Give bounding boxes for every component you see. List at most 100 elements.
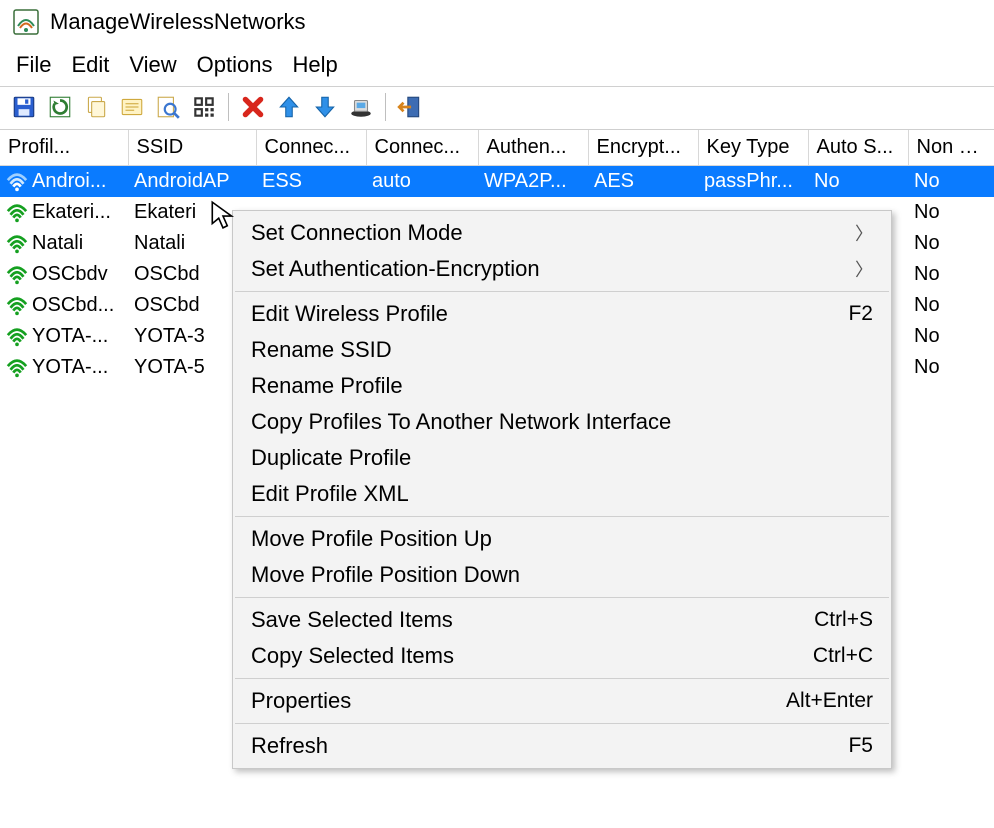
cm-label: Duplicate Profile	[251, 445, 411, 471]
cm-save-selected[interactable]: Save Selected Items Ctrl+S	[233, 602, 891, 638]
cm-label: Edit Profile XML	[251, 481, 409, 507]
cell-profile: OSCbd...	[0, 290, 128, 321]
cell-nonb: No	[908, 290, 994, 321]
cm-shortcut: Ctrl+C	[813, 644, 873, 668]
cm-copy-selected[interactable]: Copy Selected Items Ctrl+C	[233, 638, 891, 674]
wifi-icon	[6, 327, 28, 347]
interface-icon[interactable]	[345, 91, 377, 123]
cm-label: Rename SSID	[251, 337, 392, 363]
menu-bar: File Edit View Options Help	[0, 44, 994, 86]
col-profile[interactable]: Profil...	[0, 130, 128, 166]
cm-label: Move Profile Position Down	[251, 562, 520, 588]
copy-icon[interactable]	[80, 91, 112, 123]
app-icon	[12, 8, 40, 36]
cm-copy-profiles-interface[interactable]: Copy Profiles To Another Network Interfa…	[233, 404, 891, 440]
cm-separator	[235, 516, 889, 517]
cell-profile: OSCbdv	[0, 259, 128, 290]
save-icon[interactable]	[8, 91, 40, 123]
toolbar-separator	[385, 93, 386, 121]
move-up-icon[interactable]	[273, 91, 305, 123]
cell-text: OSCbdv	[32, 263, 108, 286]
table-row[interactable]: Androi... AndroidAP ESS auto WPA2P... AE…	[0, 166, 994, 198]
cm-separator	[235, 678, 889, 679]
cm-label: Edit Wireless Profile	[251, 301, 448, 327]
cell-nonb: No	[908, 166, 994, 198]
cell-text: Ekateri...	[32, 201, 111, 224]
col-keytype[interactable]: Key Type	[698, 130, 808, 166]
menu-file[interactable]: File	[8, 50, 59, 80]
cell-nonb: No	[908, 259, 994, 290]
cell-auth: WPA2P...	[478, 166, 588, 198]
cm-label: Properties	[251, 688, 351, 714]
cell-ssid: AndroidAP	[128, 166, 256, 198]
wifi-icon	[6, 265, 28, 285]
menu-options[interactable]: Options	[189, 50, 281, 80]
refresh-icon[interactable]	[44, 91, 76, 123]
cm-set-connection-mode[interactable]: Set Connection Mode 〉	[233, 215, 891, 251]
wifi-icon	[6, 234, 28, 254]
cm-move-up[interactable]: Move Profile Position Up	[233, 521, 891, 557]
qr-icon[interactable]	[188, 91, 220, 123]
cell-profile: Ekateri...	[0, 197, 128, 228]
cm-edit-profile-xml[interactable]: Edit Profile XML	[233, 476, 891, 512]
cm-shortcut: Alt+Enter	[786, 689, 873, 713]
wifi-icon	[6, 203, 28, 223]
col-encrypt[interactable]: Encrypt...	[588, 130, 698, 166]
cell-profile: Androi...	[0, 166, 128, 198]
cell-nonb: No	[908, 228, 994, 259]
col-authen[interactable]: Authen...	[478, 130, 588, 166]
chevron-right-icon: 〉	[855, 256, 873, 282]
cm-shortcut: F2	[848, 302, 873, 326]
col-connect2[interactable]: Connec...	[366, 130, 478, 166]
cell-text: YOTA-...	[32, 356, 108, 379]
cm-separator	[235, 723, 889, 724]
cell-connect2: auto	[366, 166, 478, 198]
cm-rename-profile[interactable]: Rename Profile	[233, 368, 891, 404]
cm-shortcut: Ctrl+S	[814, 608, 873, 632]
cm-label: Rename Profile	[251, 373, 403, 399]
cm-shortcut: F5	[848, 734, 873, 758]
cell-connect1: ESS	[256, 166, 366, 198]
cm-label: Refresh	[251, 733, 328, 759]
wifi-icon	[6, 358, 28, 378]
col-connect1[interactable]: Connec...	[256, 130, 366, 166]
cell-nonb: No	[908, 321, 994, 352]
col-nonb[interactable]: Non B...	[908, 130, 994, 166]
cm-rename-ssid[interactable]: Rename SSID	[233, 332, 891, 368]
menu-edit[interactable]: Edit	[63, 50, 117, 80]
properties-icon[interactable]	[116, 91, 148, 123]
col-ssid[interactable]: SSID	[128, 130, 256, 166]
cell-text: YOTA-...	[32, 325, 108, 348]
cell-autos: No	[808, 166, 908, 198]
cm-duplicate-profile[interactable]: Duplicate Profile	[233, 440, 891, 476]
cm-label: Set Connection Mode	[251, 220, 463, 246]
cm-refresh[interactable]: Refresh F5	[233, 728, 891, 764]
cm-properties[interactable]: Properties Alt+Enter	[233, 683, 891, 719]
menu-view[interactable]: View	[121, 50, 184, 80]
col-autos[interactable]: Auto S...	[808, 130, 908, 166]
exit-icon[interactable]	[394, 91, 426, 123]
cm-move-down[interactable]: Move Profile Position Down	[233, 557, 891, 593]
cm-label: Move Profile Position Up	[251, 526, 492, 552]
toolbar	[0, 86, 994, 130]
cm-edit-wireless-profile[interactable]: Edit Wireless Profile F2	[233, 296, 891, 332]
toolbar-separator	[228, 93, 229, 121]
title-bar: ManageWirelessNetworks	[0, 0, 994, 44]
move-down-icon[interactable]	[309, 91, 341, 123]
cell-text: Natali	[32, 232, 83, 255]
menu-help[interactable]: Help	[285, 50, 346, 80]
cell-nonb: No	[908, 197, 994, 228]
context-menu: Set Connection Mode 〉 Set Authentication…	[232, 210, 892, 769]
cm-label: Save Selected Items	[251, 607, 453, 633]
cell-profile: Natali	[0, 228, 128, 259]
cell-enc: AES	[588, 166, 698, 198]
cell-profile: YOTA-...	[0, 352, 128, 383]
app-title: ManageWirelessNetworks	[50, 9, 306, 35]
cm-set-auth-encryption[interactable]: Set Authentication-Encryption 〉	[233, 251, 891, 287]
cm-separator	[235, 291, 889, 292]
cm-label: Copy Profiles To Another Network Interfa…	[251, 409, 671, 435]
find-icon[interactable]	[152, 91, 184, 123]
delete-icon[interactable]	[237, 91, 269, 123]
cell-profile: YOTA-...	[0, 321, 128, 352]
cell-text: Androi...	[32, 170, 106, 193]
